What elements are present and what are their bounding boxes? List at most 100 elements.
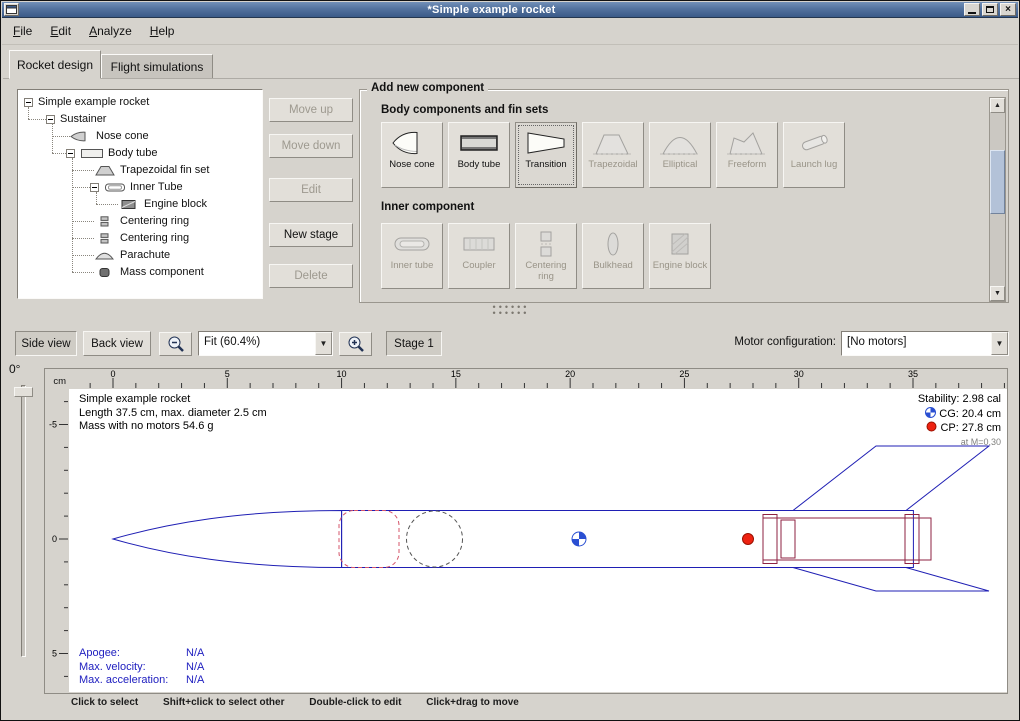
cg-text: CG: 20.4 cm xyxy=(939,408,1001,420)
add-engine-block-button: Engine block xyxy=(649,223,711,289)
maximize-button[interactable] xyxy=(982,3,998,16)
add-trapezoidal-fin-button: Trapezoidal xyxy=(582,122,644,188)
expand-toggle[interactable] xyxy=(46,115,55,124)
trapezoidal-fin-icon xyxy=(591,128,635,158)
mass-component-shape[interactable] xyxy=(407,511,463,567)
minimize-button[interactable] xyxy=(964,3,980,16)
mach-note: at M=0.30 xyxy=(741,436,1001,450)
tree-item-sustainer[interactable]: Sustainer xyxy=(20,111,260,128)
delete-button: Delete xyxy=(269,264,353,288)
parachute-shape[interactable] xyxy=(339,511,399,568)
menu-help[interactable]: Help xyxy=(141,20,184,42)
side-view-button[interactable]: Side view xyxy=(15,331,77,356)
menu-edit[interactable]: Edit xyxy=(41,20,80,42)
chevron-down-icon[interactable]: ▼ xyxy=(991,332,1008,355)
tree-item-rocket[interactable]: Simple example rocket xyxy=(20,94,260,111)
tree-item-centering-ring-2[interactable]: Centering ring xyxy=(20,230,260,247)
add-nose-cone-button[interactable]: Nose cone xyxy=(381,122,443,188)
tree-item-mass-component[interactable]: Mass component xyxy=(20,264,260,281)
bulkhead-icon xyxy=(591,229,635,259)
tree-item-parachute[interactable]: Parachute xyxy=(20,247,260,264)
move-up-label: Move up xyxy=(289,104,333,116)
stability-text: Stability: 2.98 cal xyxy=(741,393,1001,407)
window-menu-button[interactable] xyxy=(4,3,19,16)
zoom-level-combo[interactable]: Fit (60.4%) ▼ xyxy=(198,331,333,356)
svg-text:35: 35 xyxy=(908,369,918,379)
tree-item-engine-block[interactable]: Engine block xyxy=(20,196,260,213)
transition-icon xyxy=(524,128,568,158)
add-transition-button[interactable]: Transition xyxy=(515,122,577,188)
tree-item-centering-ring-1[interactable]: Centering ring xyxy=(20,213,260,230)
button-label: Trapezoidal xyxy=(586,160,639,171)
stage-1-toggle[interactable]: Stage 1 xyxy=(386,331,442,356)
add-body-tube-button[interactable]: Body tube xyxy=(448,122,510,188)
component-tree[interactable]: Simple example rocket Sustainer Nose con… xyxy=(17,89,263,299)
tree-item-label: Centering ring xyxy=(120,230,189,247)
zoom-in-button[interactable] xyxy=(339,332,372,356)
cg-line: CG: 20.4 cm xyxy=(741,407,1001,422)
cg-icon xyxy=(925,407,936,418)
rotation-slider-track[interactable] xyxy=(21,385,26,657)
tree-item-trapezoidal-fin-set[interactable]: Trapezoidal fin set xyxy=(20,162,260,179)
zoom-out-icon xyxy=(166,334,186,354)
motor-configuration-combo[interactable]: [No motors] ▼ xyxy=(841,331,1009,356)
move-up-button: Move up xyxy=(269,98,353,122)
tree-item-label: Mass component xyxy=(120,264,204,281)
expand-toggle[interactable] xyxy=(24,98,33,107)
expand-toggle[interactable] xyxy=(66,149,75,158)
elliptical-fin-icon xyxy=(658,128,702,158)
scroll-down-button[interactable]: ▼ xyxy=(990,286,1005,301)
tab-flight-simulations[interactable]: Flight simulations xyxy=(101,54,213,79)
menu-analyze[interactable]: Analyze xyxy=(80,20,141,42)
edit-button: Edit xyxy=(269,178,353,202)
back-view-button[interactable]: Back view xyxy=(83,331,151,356)
tree-item-label: Inner Tube xyxy=(130,179,183,196)
scroll-up-button[interactable]: ▲ xyxy=(990,98,1005,113)
nose-cone-shape[interactable] xyxy=(113,511,342,568)
body-tube-shape[interactable] xyxy=(342,511,914,568)
close-button[interactable]: × xyxy=(1000,3,1016,16)
tree-item-inner-tube[interactable]: Inner Tube xyxy=(20,179,260,196)
button-label: Coupler xyxy=(460,261,497,272)
button-label: Transition xyxy=(523,160,568,171)
svg-text:25: 25 xyxy=(679,369,689,379)
tree-item-label: Trapezoidal fin set xyxy=(120,162,209,179)
tree-item-label: Nose cone xyxy=(96,128,149,145)
add-component-group-title: Add new component xyxy=(367,82,488,94)
inner-tube-shape[interactable] xyxy=(763,518,931,560)
add-elliptical-fin-button: Elliptical xyxy=(649,122,711,188)
scrollbar-thumb[interactable] xyxy=(990,150,1005,214)
centering-ring-shape[interactable] xyxy=(905,515,919,564)
tab-pane-border xyxy=(3,78,1019,79)
tab-rocket-design[interactable]: Rocket design xyxy=(9,50,101,79)
flight-row-acceleration: Max. acceleration:N/A xyxy=(79,674,204,688)
upper-fin-shape[interactable] xyxy=(793,446,989,511)
new-stage-button[interactable]: New stage xyxy=(269,223,353,247)
lower-fin-shape[interactable] xyxy=(793,568,989,592)
mass-component-icon xyxy=(94,267,116,278)
body-tube-icon xyxy=(80,148,104,159)
component-scrollbar-track[interactable]: ▲ ▼ xyxy=(989,97,1006,302)
splitter-handle[interactable]: •••••••••••• xyxy=(461,304,561,318)
menu-file[interactable]: File xyxy=(4,20,41,42)
tree-item-nose-cone[interactable]: Nose cone xyxy=(20,128,260,145)
tab-flight-simulations-label: Flight simulations xyxy=(111,60,204,74)
add-inner-tube-button: Inner tube xyxy=(381,223,443,289)
engine-block-shape[interactable] xyxy=(781,520,795,558)
add-freeform-fin-button: Freeform xyxy=(716,122,778,188)
rotation-slider-handle[interactable] xyxy=(14,387,33,397)
cp-text: CP: 27.8 cm xyxy=(940,422,1001,434)
svg-text:5: 5 xyxy=(52,649,57,659)
svg-text:0: 0 xyxy=(110,369,115,379)
svg-text:10: 10 xyxy=(337,369,347,379)
move-down-button: Move down xyxy=(269,134,353,158)
window-title: *Simple example rocket xyxy=(21,4,962,16)
tree-item-body-tube[interactable]: Body tube xyxy=(20,145,260,162)
chevron-down-icon[interactable]: ▼ xyxy=(315,332,332,355)
add-launch-lug-button: Launch lug xyxy=(783,122,845,188)
zoom-out-button[interactable] xyxy=(159,332,192,356)
launch-lug-icon xyxy=(792,128,836,158)
expand-toggle[interactable] xyxy=(90,183,99,192)
rotation-angle-label: 0° xyxy=(9,362,20,376)
centering-ring-shape[interactable] xyxy=(763,515,777,564)
